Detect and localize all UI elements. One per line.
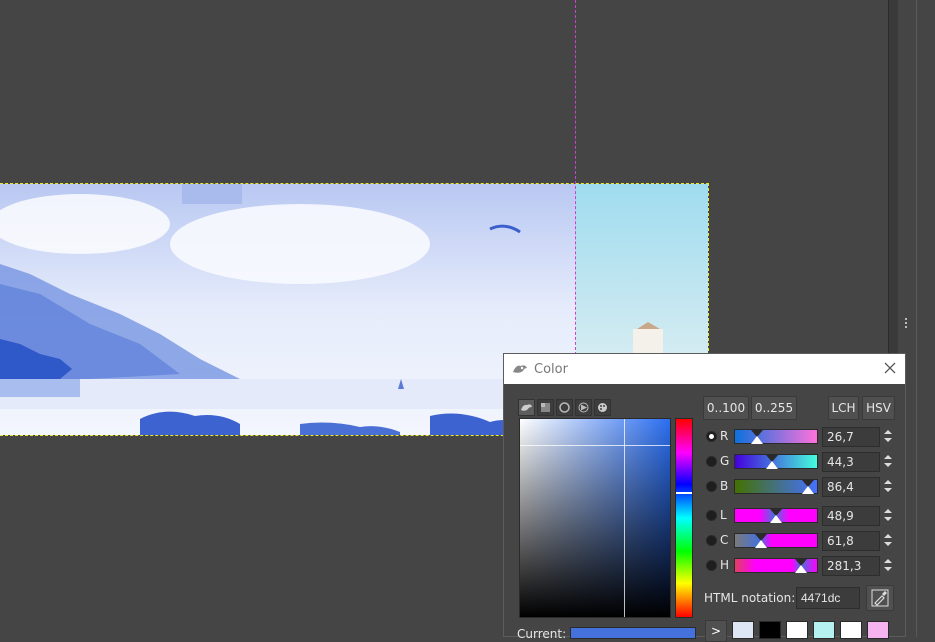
html-notation-input[interactable]: [796, 587, 860, 609]
channel-value-c[interactable]: 61,8: [822, 531, 880, 551]
dock-panel-edge: [916, 0, 935, 637]
slider-marker: [795, 565, 807, 573]
current-color-swatch: [570, 627, 696, 639]
color-selector-tabs: [518, 399, 612, 417]
channel-row-h: H 281,3: [705, 556, 897, 578]
wilber-icon: [513, 365, 527, 373]
slider-marker: [755, 540, 767, 548]
channel-value-b[interactable]: 86,4: [822, 477, 880, 497]
channel-radio-b[interactable]: [706, 481, 717, 492]
spin-buttons[interactable]: [881, 477, 895, 497]
channel-label: G: [720, 454, 730, 468]
channel-row-g: G 44,3: [705, 452, 897, 474]
slider-marker: [770, 515, 782, 523]
dialog-title: Color: [534, 361, 568, 377]
spin-down-icon[interactable]: [884, 488, 892, 492]
channel-value-h[interactable]: 281,3: [822, 556, 880, 576]
lch-button[interactable]: LCH: [828, 396, 859, 420]
spin-up-icon[interactable]: [884, 455, 892, 459]
history-arrow-button[interactable]: >: [705, 620, 727, 642]
color-square-picker[interactable]: [519, 418, 671, 618]
channel-slider-b[interactable]: [734, 479, 818, 494]
history-swatch[interactable]: [732, 621, 754, 639]
spin-up-icon[interactable]: [884, 430, 892, 434]
channel-row-c: C 61,8: [705, 531, 897, 553]
channel-slider-r[interactable]: [734, 429, 818, 444]
dock-handle-icon[interactable]: [905, 318, 908, 332]
current-color-label: Current:: [517, 627, 567, 641]
dialog-titlebar[interactable]: Color: [504, 354, 905, 384]
picker-crosshair-vertical: [624, 419, 625, 617]
triangle-selector-icon[interactable]: [575, 399, 592, 416]
history-swatch[interactable]: [813, 621, 835, 639]
hsv-button[interactable]: HSV: [862, 396, 895, 420]
palette-selector-icon[interactable]: [594, 399, 611, 416]
eyedropper-icon: [871, 589, 889, 607]
range-0-255-button[interactable]: 0..255: [751, 396, 797, 420]
range-0-100-button[interactable]: 0..100: [703, 396, 749, 420]
channel-value-r[interactable]: 26,7: [822, 427, 880, 447]
history-swatch[interactable]: [867, 621, 889, 639]
channel-radio-g[interactable]: [706, 456, 717, 467]
close-icon[interactable]: [883, 361, 897, 375]
channel-label: C: [720, 533, 729, 547]
color-dialog: Color 0..100 0..255 LCH HSV R 26,7 G 44,3 B 8…: [503, 353, 906, 642]
spin-buttons[interactable]: [881, 531, 895, 551]
slider-marker: [766, 461, 778, 469]
spin-down-icon[interactable]: [884, 567, 892, 571]
channel-radio-h[interactable]: [706, 560, 717, 571]
history-swatch[interactable]: [840, 621, 862, 639]
slider-marker: [751, 436, 763, 444]
color-history: [732, 621, 889, 639]
hue-marker: [676, 492, 692, 494]
picker-crosshair-horizontal: [520, 445, 670, 446]
slider-marker: [802, 486, 814, 494]
spin-buttons[interactable]: [881, 427, 895, 447]
channel-row-l: L 48,9: [705, 506, 897, 528]
spin-up-icon[interactable]: [884, 534, 892, 538]
spin-buttons[interactable]: [881, 556, 895, 576]
vertical-guide[interactable]: [575, 0, 576, 360]
channel-value-g[interactable]: 44,3: [822, 452, 880, 472]
channel-radio-r[interactable]: [706, 431, 717, 442]
gimp-selector-icon[interactable]: [518, 399, 535, 416]
channel-value-l[interactable]: 48,9: [822, 506, 880, 526]
spin-buttons[interactable]: [881, 452, 895, 472]
spin-down-icon[interactable]: [884, 463, 892, 467]
channel-label: B: [720, 479, 729, 493]
channel-row-r: R 26,7: [705, 427, 897, 449]
channel-label: R: [720, 429, 729, 443]
eyedropper-button[interactable]: [866, 585, 894, 611]
channel-slider-c[interactable]: [734, 533, 818, 548]
spin-buttons[interactable]: [881, 506, 895, 526]
history-swatch[interactable]: [786, 621, 808, 639]
spin-up-icon[interactable]: [884, 509, 892, 513]
history-swatch[interactable]: [759, 621, 781, 639]
channel-row-b: B 86,4: [705, 477, 897, 499]
channel-slider-l[interactable]: [734, 508, 818, 523]
channel-radio-l[interactable]: [706, 510, 717, 521]
html-notation-label: HTML notation:: [704, 591, 796, 605]
channel-radio-c[interactable]: [706, 535, 717, 546]
channel-slider-h[interactable]: [734, 558, 818, 573]
spin-down-icon[interactable]: [884, 542, 892, 546]
spin-down-icon[interactable]: [884, 517, 892, 521]
channel-label: H: [720, 558, 730, 572]
cmyk-selector-icon[interactable]: [537, 399, 554, 416]
hue-strip[interactable]: [675, 418, 693, 618]
spin-up-icon[interactable]: [884, 559, 892, 563]
channel-label: L: [720, 508, 727, 522]
spin-up-icon[interactable]: [884, 480, 892, 484]
wheel-selector-icon[interactable]: [556, 399, 573, 416]
spin-down-icon[interactable]: [884, 438, 892, 442]
channel-slider-g[interactable]: [734, 454, 818, 469]
